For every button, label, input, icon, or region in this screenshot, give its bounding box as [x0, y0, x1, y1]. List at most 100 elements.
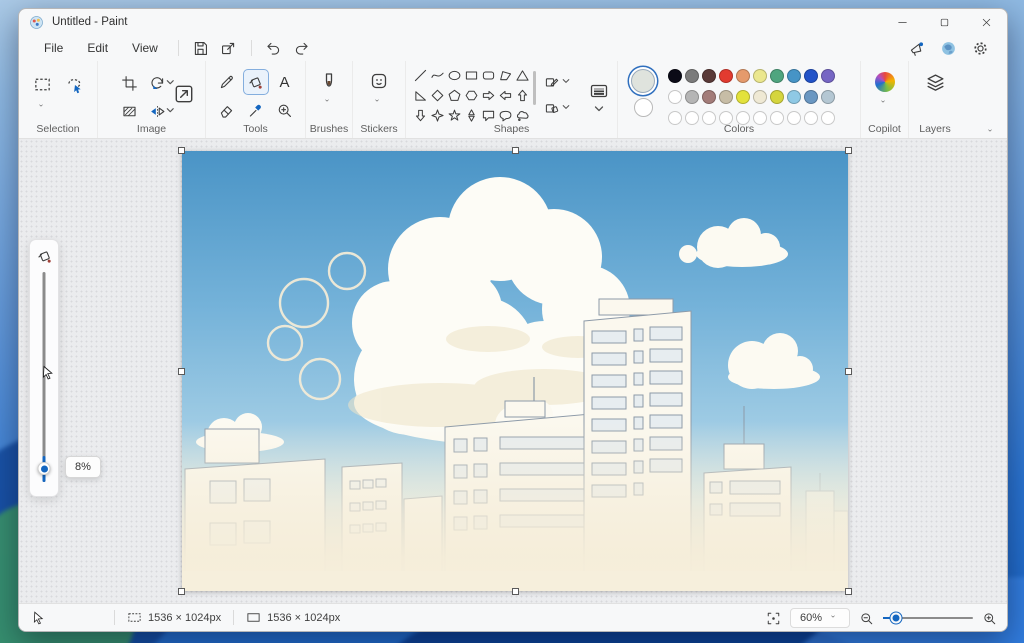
color-swatch[interactable]	[821, 90, 835, 104]
primary-color-well[interactable]	[631, 69, 655, 93]
color-swatch[interactable]	[770, 69, 784, 83]
shape-triangle[interactable]	[515, 68, 530, 83]
account-avatar[interactable]	[935, 36, 961, 60]
shape-outline-chevron-icon[interactable]	[562, 78, 572, 86]
layers-button[interactable]	[925, 72, 946, 93]
menu-file[interactable]: File	[33, 38, 74, 58]
magnifier-tool-button[interactable]	[272, 97, 298, 123]
stroke-size-button[interactable]	[589, 81, 609, 113]
feedback-megaphone-icon[interactable]	[903, 36, 929, 60]
color-swatch[interactable]	[668, 90, 682, 104]
color-swatch[interactable]	[753, 90, 767, 104]
shape-fill-chevron-icon[interactable]	[562, 104, 572, 112]
brushes-chevron-icon[interactable]	[324, 94, 334, 102]
menu-edit[interactable]: Edit	[76, 38, 119, 58]
color-swatch[interactable]	[736, 90, 750, 104]
settings-gear-icon[interactable]	[967, 36, 993, 60]
shape-arrow-left[interactable]	[498, 88, 513, 103]
canvas-handle-middle-left[interactable]	[178, 368, 185, 375]
stickers-button[interactable]	[369, 71, 389, 91]
shape-rounded-rectangle[interactable]	[481, 68, 496, 83]
shape-diamond[interactable]	[430, 88, 445, 103]
color-swatch[interactable]	[787, 69, 801, 83]
share-button[interactable]	[216, 36, 242, 60]
shape-outline-button[interactable]	[542, 74, 562, 90]
maximize-button[interactable]	[923, 9, 965, 35]
text-tool-button[interactable]: A	[272, 69, 298, 95]
canvas-handle-top-right[interactable]	[845, 147, 852, 154]
shape-line[interactable]	[413, 68, 428, 83]
color-swatch[interactable]	[685, 90, 699, 104]
copilot-chevron-icon[interactable]	[880, 95, 890, 103]
shape-rectangle[interactable]	[464, 68, 479, 83]
color-swatch[interactable]	[804, 90, 818, 104]
zoom-out-button[interactable]	[859, 611, 874, 626]
shape-curve[interactable]	[430, 68, 445, 83]
canvas-handle-bottom-left[interactable]	[178, 588, 185, 595]
color-swatch[interactable]	[736, 69, 750, 83]
shape-arrow-down[interactable]	[413, 108, 428, 123]
shape-star-six[interactable]	[464, 108, 479, 123]
zoom-level-dropdown[interactable]: 60%	[790, 608, 850, 628]
tolerance-slider-thumb[interactable]	[38, 462, 51, 475]
fit-to-screen-button[interactable]	[766, 611, 781, 626]
brushes-button[interactable]	[319, 71, 339, 91]
shapes-scrollbar[interactable]	[533, 71, 536, 105]
shape-oval[interactable]	[447, 68, 462, 83]
shape-star-five[interactable]	[447, 108, 462, 123]
selection-dropdown-chevron-icon[interactable]	[38, 99, 48, 107]
shape-right-triangle[interactable]	[413, 88, 428, 103]
color-swatch[interactable]	[719, 90, 733, 104]
shape-hexagon[interactable]	[464, 88, 479, 103]
shape-polygon[interactable]	[498, 68, 513, 83]
shape-arrow-right[interactable]	[481, 88, 496, 103]
shape-pentagon[interactable]	[447, 88, 462, 103]
color-swatch[interactable]	[702, 69, 716, 83]
shape-speech-oval[interactable]	[498, 108, 513, 123]
ribbon-collapse-chevron-icon[interactable]	[987, 124, 997, 132]
close-button[interactable]	[965, 9, 1007, 35]
titlebar[interactable]: Untitled - Paint	[19, 9, 1007, 35]
eraser-tool-button[interactable]	[214, 97, 240, 123]
fill-tool-button[interactable]	[243, 69, 269, 95]
color-swatch[interactable]	[804, 69, 818, 83]
color-swatch[interactable]	[719, 69, 733, 83]
flip-chevron-icon[interactable]	[166, 107, 176, 115]
shape-speech-cloud[interactable]	[515, 108, 530, 123]
canvas-handle-bottom-middle[interactable]	[512, 588, 519, 595]
color-picker-tool-button[interactable]	[243, 97, 269, 123]
minimize-button[interactable]	[881, 9, 923, 35]
zoom-slider-thumb[interactable]	[891, 613, 902, 624]
shape-arrow-up[interactable]	[515, 88, 530, 103]
color-swatch[interactable]	[753, 69, 767, 83]
zoom-slider[interactable]	[883, 617, 973, 620]
crop-button[interactable]	[121, 70, 145, 96]
shape-speech-rectangle[interactable]	[481, 108, 496, 123]
color-swatch[interactable]	[770, 90, 784, 104]
color-swatch[interactable]	[668, 69, 682, 83]
color-swatch[interactable]	[702, 90, 716, 104]
canvas-handle-middle-right[interactable]	[845, 368, 852, 375]
color-swatch[interactable]	[685, 69, 699, 83]
shape-star-four[interactable]	[430, 108, 445, 123]
resize-skew-button[interactable]	[121, 98, 145, 124]
canvas[interactable]	[182, 151, 848, 591]
save-button[interactable]	[188, 36, 214, 60]
undo-button[interactable]	[261, 36, 287, 60]
shape-fill-button[interactable]	[542, 100, 562, 116]
resize-image-button[interactable]	[173, 83, 195, 105]
secondary-color-well[interactable]	[634, 98, 653, 117]
menu-view[interactable]: View	[121, 38, 169, 58]
canvas-handle-top-middle[interactable]	[512, 147, 519, 154]
stickers-chevron-icon[interactable]	[374, 94, 384, 102]
canvas-handle-top-left[interactable]	[178, 147, 185, 154]
zoom-in-button[interactable]	[982, 611, 997, 626]
freeform-select-button[interactable]	[61, 71, 87, 97]
redo-button[interactable]	[289, 36, 315, 60]
color-swatch[interactable]	[821, 69, 835, 83]
pencil-tool-button[interactable]	[214, 69, 240, 95]
color-swatch[interactable]	[787, 90, 801, 104]
rectangle-select-button[interactable]	[29, 71, 55, 97]
copilot-icon[interactable]	[875, 72, 895, 92]
canvas-handle-bottom-right[interactable]	[845, 588, 852, 595]
